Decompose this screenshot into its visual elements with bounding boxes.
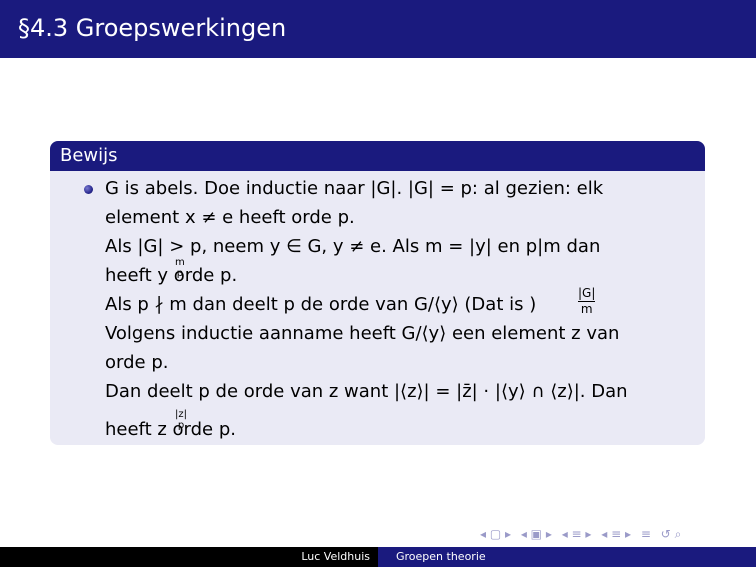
order-fraction: |G| m xyxy=(578,286,596,316)
footer-bar: Luc Veldhuis Groepen theorie xyxy=(0,547,756,567)
proof-line: Als p ∤ m dan deelt p de orde van G/⟨y⟩ … xyxy=(105,294,537,315)
proof-block-body: G is abels. Doe inductie naar |G|. |G| =… xyxy=(50,171,705,445)
footer-author: Luc Veldhuis xyxy=(0,547,378,567)
bullet-icon xyxy=(84,185,93,194)
exponent-denominator: p xyxy=(177,420,185,431)
proof-line: element x ≠ e heeft orde p. xyxy=(105,207,355,228)
exponent-numerator: m xyxy=(175,257,185,268)
proof-line: Volgens inductie aanname heeft G/⟨y⟩ een… xyxy=(105,323,620,344)
nav-section-icon[interactable]: ◂ ≡ ▸ xyxy=(562,527,592,541)
exponent-fraction: |z| p xyxy=(175,409,187,431)
exponent-numerator: |z| xyxy=(175,409,187,420)
nav-document-icon[interactable]: ◂ ≡ ▸ xyxy=(601,527,631,541)
slide-title-bar: §4.3 Groepswerkingen xyxy=(0,0,756,58)
fraction-denominator: m xyxy=(580,302,593,316)
nav-subsection-icon[interactable]: ◂ ▣ ▸ xyxy=(521,527,552,541)
exponent-denominator: p xyxy=(176,268,184,279)
proof-line: G is abels. Doe inductie naar |G|. |G| =… xyxy=(105,178,604,199)
exponent-fraction: m p xyxy=(175,257,185,279)
nav-search-icon[interactable]: ↺ ⌕ xyxy=(661,527,682,541)
proof-line: Dan deelt p de orde van z want |⟨z⟩| = |… xyxy=(105,381,628,402)
proof-line: heeft y orde p. xyxy=(105,265,238,286)
proof-line: heeft z orde p. xyxy=(105,419,236,440)
nav-frame-icon[interactable]: ◂ ▢ ▸ xyxy=(480,527,511,541)
proof-block: Bewijs G is abels. Doe inductie naar |G|… xyxy=(50,141,705,445)
proof-line: orde p. xyxy=(105,352,169,373)
proof-block-heading: Bewijs xyxy=(50,141,705,171)
nav-align-icon[interactable]: ≡ xyxy=(641,527,651,541)
slide-title: §4.3 Groepswerkingen xyxy=(18,14,287,42)
beamer-navigation: ◂ ▢ ▸ ◂ ▣ ▸ ◂ ≡ ▸ ◂ ≡ ▸ ≡ ↺ ⌕ xyxy=(480,526,687,542)
fraction-numerator: |G| xyxy=(578,286,596,300)
proof-line: Als |G| > p, neem y ∈ G, y ≠ e. Als m = … xyxy=(105,236,601,257)
footer-topic: Groepen theorie xyxy=(378,547,756,567)
